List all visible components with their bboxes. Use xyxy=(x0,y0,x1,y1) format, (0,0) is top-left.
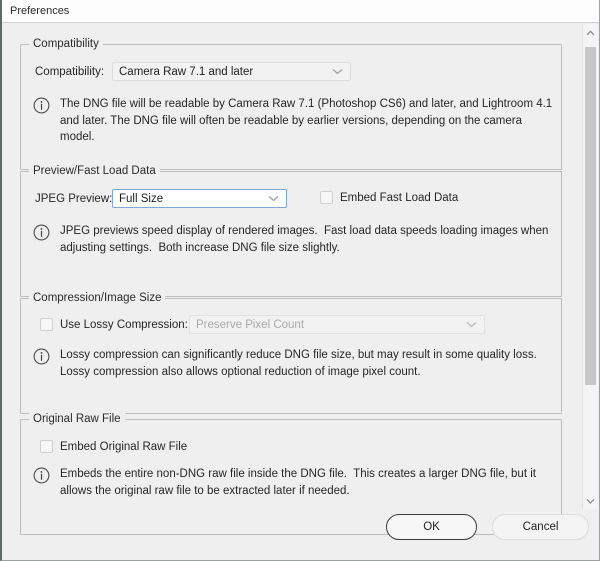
embed-fast-load-data-checkbox[interactable] xyxy=(320,191,333,204)
chevron-down-icon xyxy=(332,66,343,78)
original-raw-group-legend: Original Raw File xyxy=(29,413,125,425)
chevron-up-icon xyxy=(586,29,595,36)
original-raw-group: Original Raw File Embed Original Raw Fil… xyxy=(20,413,562,535)
jpeg-preview-dropdown[interactable]: Full Size xyxy=(112,189,287,208)
use-lossy-compression-checkbox[interactable] xyxy=(40,318,53,331)
compression-note: Lossy compression can significantly redu… xyxy=(33,347,553,380)
preview-group: Preview/Fast Load Data JPEG Preview: Ful… xyxy=(20,165,562,297)
preview-note: JPEG previews speed display of rendered … xyxy=(33,223,553,256)
embed-original-raw-checkbox[interactable] xyxy=(40,440,53,453)
original-raw-note-text: Embeds the entire non-DNG raw file insid… xyxy=(60,468,536,497)
compatibility-dropdown-value: Camera Raw 7.1 and later xyxy=(119,65,254,78)
preview-group-legend: Preview/Fast Load Data xyxy=(29,165,160,177)
chevron-down-icon xyxy=(466,319,477,331)
embed-original-raw-label: Embed Original Raw File xyxy=(60,440,188,453)
compression-note-text: Lossy compression can significantly redu… xyxy=(60,349,537,378)
use-lossy-compression-label: Use Lossy Compression: xyxy=(60,318,188,331)
compression-group-legend: Compression/Image Size xyxy=(29,292,166,304)
compatibility-note: The DNG file will be readable by Camera … xyxy=(33,96,553,146)
window-title: Preferences xyxy=(10,5,70,17)
chevron-down-icon xyxy=(268,193,279,205)
scroll-up-button[interactable] xyxy=(583,24,598,41)
preferences-content: Compatibility Compatibility: Camera Raw … xyxy=(4,24,574,560)
compatibility-dropdown[interactable]: Camera Raw 7.1 and later xyxy=(112,62,351,81)
lossy-compression-mode-dropdown[interactable]: Preserve Pixel Count xyxy=(189,315,485,334)
info-icon xyxy=(33,97,50,114)
scrollbar-thumb[interactable] xyxy=(585,47,596,385)
info-icon xyxy=(33,224,50,241)
scroll-down-button[interactable] xyxy=(583,492,598,509)
preview-note-text: JPEG previews speed display of rendered … xyxy=(60,225,549,254)
preferences-dialog: Preferences Compatibility Compatibility:… xyxy=(0,0,600,561)
compression-group: Compression/Image Size Use Lossy Compres… xyxy=(20,292,562,414)
lossy-compression-mode-value: Preserve Pixel Count xyxy=(196,318,305,331)
info-icon xyxy=(33,348,50,365)
embed-fast-load-data-row[interactable]: Embed Fast Load Data xyxy=(320,191,458,204)
compatibility-field-label: Compatibility: xyxy=(35,66,105,78)
embed-original-raw-row[interactable]: Embed Original Raw File xyxy=(40,440,187,453)
embed-fast-load-data-label: Embed Fast Load Data xyxy=(340,191,459,204)
ok-button[interactable]: OK xyxy=(386,514,477,540)
jpeg-preview-field-label: JPEG Preview: xyxy=(35,193,113,205)
use-lossy-compression-row[interactable]: Use Lossy Compression: xyxy=(40,318,188,331)
compatibility-group-legend: Compatibility xyxy=(29,38,103,50)
info-icon xyxy=(33,467,50,484)
cancel-button[interactable]: Cancel xyxy=(492,514,589,540)
original-raw-note: Embeds the entire non-DNG raw file insid… xyxy=(33,466,553,499)
chevron-down-icon xyxy=(586,498,595,504)
compatibility-note-text: The DNG file will be readable by Camera … xyxy=(60,98,553,143)
title-bar: Preferences xyxy=(2,0,599,23)
jpeg-preview-dropdown-value: Full Size xyxy=(119,192,164,205)
vertical-scrollbar[interactable] xyxy=(582,24,598,509)
compatibility-group: Compatibility Compatibility: Camera Raw … xyxy=(20,38,562,170)
